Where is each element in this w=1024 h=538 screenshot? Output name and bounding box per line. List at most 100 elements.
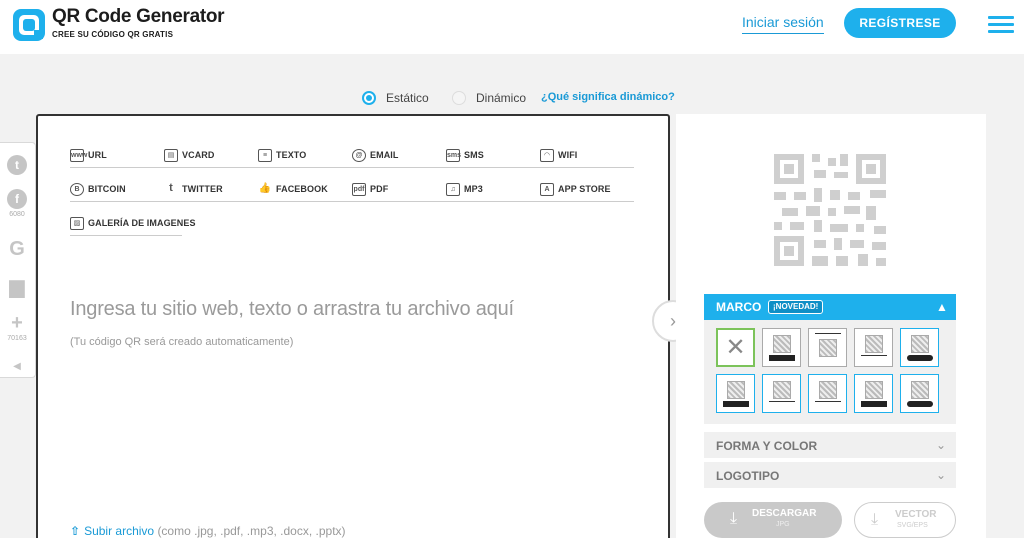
download-icon: ⤓ <box>730 510 738 527</box>
share-sidebar: t f 6080 G ▆ + 70163 ◀ <box>0 142 36 378</box>
frame-option-1[interactable] <box>762 328 801 367</box>
logo-title: LOGOTIPO <box>716 469 780 483</box>
download-label: DESCARGAR <box>752 508 817 519</box>
download-vector-button[interactable]: ⤓ VECTOR SVG/EPS <box>854 502 956 538</box>
facebook-count: 6080 <box>9 211 25 218</box>
type-vcard[interactable]: ▤ VCARD <box>164 148 258 168</box>
pdf-icon: pdf <box>352 183 366 196</box>
frame-title: MARCO <box>716 300 762 314</box>
frame-option-5[interactable] <box>716 374 755 413</box>
facebook-icon: f <box>7 189 27 209</box>
thumbs-up-icon: 👍 <box>258 183 272 194</box>
qr-logo-icon[interactable] <box>12 8 46 42</box>
hamburger-menu-icon[interactable] <box>988 16 1014 34</box>
plus-icon: + <box>11 312 23 334</box>
type-facebook[interactable]: 👍 FACEBOOK <box>258 182 352 202</box>
type-label: TWITTER <box>182 184 223 194</box>
frame-option-4[interactable] <box>900 328 939 367</box>
type-label: EMAIL <box>370 150 399 160</box>
type-label: PDF <box>370 184 389 194</box>
vcard-icon: ▤ <box>164 149 178 162</box>
app-store-icon: A <box>540 183 554 196</box>
register-button[interactable]: REGÍSTRESE <box>844 8 956 38</box>
wifi-icon: ◠ <box>540 149 554 162</box>
share-facebook[interactable]: f 6080 <box>0 189 34 218</box>
frame-option-3[interactable] <box>854 328 893 367</box>
image-icon: ▨ <box>70 217 84 230</box>
frame-accordion-header[interactable]: MARCO ¡NOVEDAD! ▲ <box>704 294 956 320</box>
type-email[interactable]: @ EMAIL <box>352 148 446 168</box>
share-google[interactable]: G <box>0 239 34 259</box>
share-count: 70163 <box>7 335 27 342</box>
drop-zone-title[interactable]: Ingresa tu sitio web, texto o arrastra t… <box>70 298 514 321</box>
mode-selector: Estático Dinámico ¿Qué significa dinámic… <box>0 90 1024 106</box>
type-pdf[interactable]: pdf PDF <box>352 182 446 202</box>
qr-code-preview <box>774 154 886 266</box>
shape-color-title: FORMA Y COLOR <box>716 439 818 453</box>
www-icon: www <box>70 149 87 162</box>
music-icon: ♫ <box>446 183 460 196</box>
type-label: URL <box>88 150 107 160</box>
drop-zone-subtitle: (Tu código QR será creado automaticament… <box>70 336 294 348</box>
upload-file-link[interactable]: Subir archivo <box>84 524 154 538</box>
qr-preview-panel: MARCO ¡NOVEDAD! ▲ ✕ FORMA Y COLOR ⌄ LOGO… <box>676 114 986 538</box>
type-twitter[interactable]: t TWITTER <box>164 182 258 202</box>
frame-option-8[interactable] <box>854 374 893 413</box>
dynamic-radio[interactable] <box>452 91 466 105</box>
vector-label: VECTOR <box>895 509 937 520</box>
print-icon: ▆ <box>9 276 25 298</box>
type-sms[interactable]: sms SMS <box>446 148 540 168</box>
qr-content-editor: www URL ▤ VCARD ≡ TEXTO @ EMAIL sms SMS … <box>36 114 670 538</box>
type-label: SMS <box>464 150 484 160</box>
share-collapse[interactable]: ◀ <box>0 357 34 377</box>
logo-accordion[interactable]: LOGOTIPO ⌄ <box>704 462 956 488</box>
chevron-down-icon: ⌄ <box>936 468 947 482</box>
frame-option-9[interactable] <box>900 374 939 413</box>
type-url[interactable]: www URL <box>70 148 164 168</box>
type-label: GALERÍA DE IMAGENES <box>88 218 196 228</box>
type-text[interactable]: ≡ TEXTO <box>258 148 352 168</box>
type-label: MP3 <box>464 184 483 194</box>
bitcoin-icon: B <box>70 183 84 196</box>
share-print[interactable]: ▆ <box>0 277 34 297</box>
close-icon: ✕ <box>725 334 746 361</box>
static-radio[interactable] <box>362 91 376 105</box>
twitter-icon: t <box>7 155 27 175</box>
chevron-up-icon: ▲ <box>936 300 948 314</box>
collapse-left-icon: ◀ <box>13 361 21 372</box>
login-link[interactable]: Iniciar sesión <box>742 14 824 34</box>
download-jpg-button[interactable]: ⤓ DESCARGAR JPG <box>704 502 842 538</box>
type-label: VCARD <box>182 150 215 160</box>
at-icon: @ <box>352 149 366 162</box>
document-icon: ≡ <box>258 149 272 162</box>
share-more[interactable]: + 70163 <box>0 313 34 342</box>
vector-format: SVG/EPS <box>897 522 928 529</box>
download-icon: ⤓ <box>871 511 879 528</box>
upload-hint: (como .jpg, .pdf, .mp3, .docx, .pptx) <box>157 524 346 538</box>
header: QR Code Generator CREE SU CÓDIGO QR GRAT… <box>0 0 1024 54</box>
frame-option-2[interactable] <box>808 328 847 367</box>
type-mp3[interactable]: ♫ MP3 <box>446 182 540 202</box>
type-bitcoin[interactable]: B BITCOIN <box>70 182 164 202</box>
type-app-store[interactable]: A APP STORE <box>540 182 634 202</box>
type-label: FACEBOOK <box>276 184 328 194</box>
download-format: JPG <box>776 521 790 528</box>
upload-row: ⇧ Subir archivo (como .jpg, .pdf, .mp3, .… <box>70 524 346 538</box>
frame-option-7[interactable] <box>808 374 847 413</box>
twitter-bird-icon: t <box>169 182 173 194</box>
type-image-gallery[interactable]: ▨ GALERÍA DE IMAGENES <box>70 216 195 236</box>
brand-title[interactable]: QR Code Generator <box>52 6 225 28</box>
type-label: BITCOIN <box>88 184 126 194</box>
share-twitter[interactable]: t <box>0 155 34 175</box>
chevron-down-icon: ⌄ <box>936 438 947 452</box>
type-wifi[interactable]: ◠ WIFI <box>540 148 634 168</box>
frame-option-6[interactable] <box>762 374 801 413</box>
dynamic-help-link[interactable]: ¿Qué significa dinámico? <box>541 91 675 103</box>
frame-none[interactable]: ✕ <box>716 328 755 367</box>
upload-icon[interactable]: ⇧ <box>70 524 80 538</box>
dynamic-label[interactable]: Dinámico <box>476 91 526 105</box>
static-label[interactable]: Estático <box>386 91 429 105</box>
google-icon: G <box>9 238 25 260</box>
brand-subtitle: CREE SU CÓDIGO QR GRATIS <box>52 30 174 39</box>
shape-color-accordion[interactable]: FORMA Y COLOR ⌄ <box>704 432 956 458</box>
